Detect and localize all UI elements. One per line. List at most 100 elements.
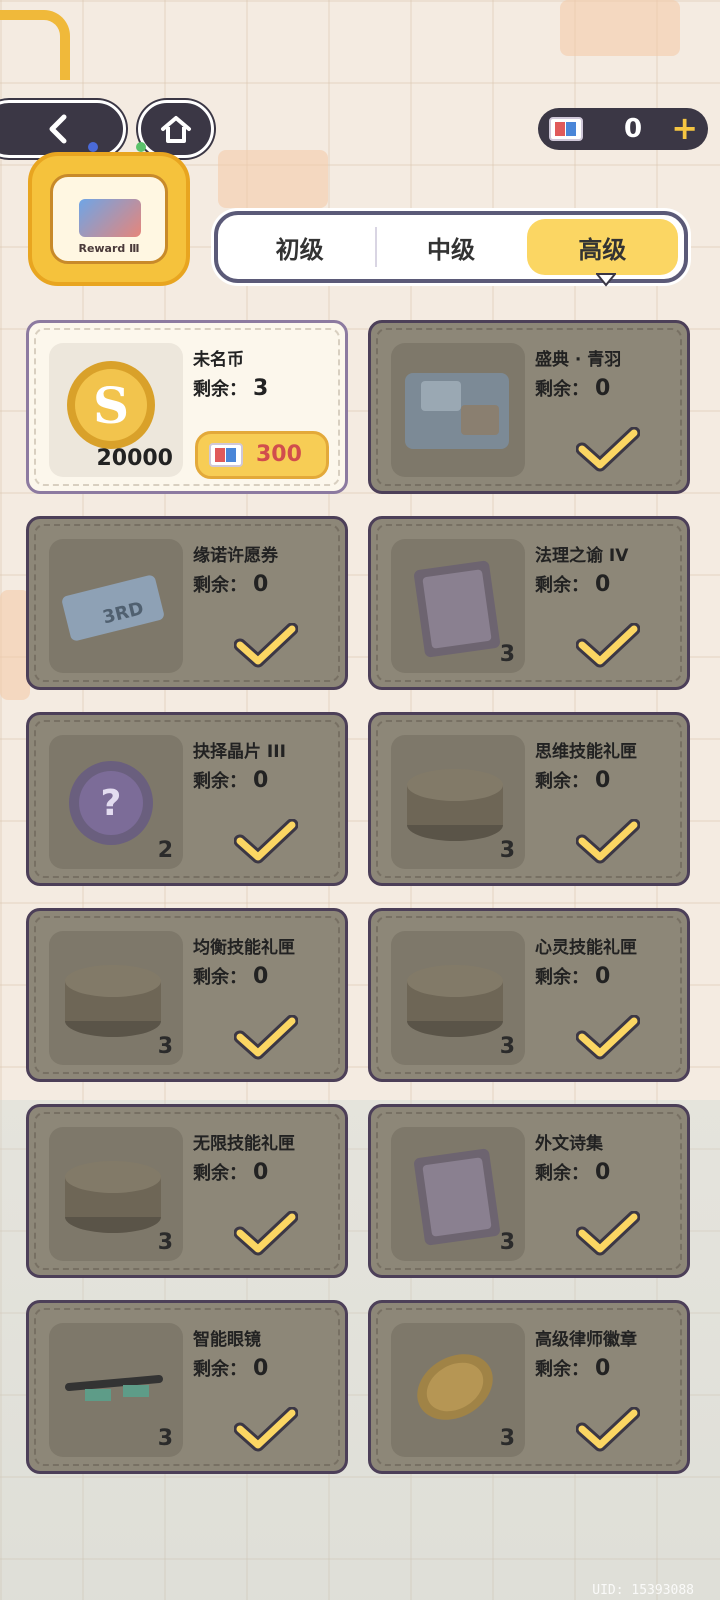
item-remaining: 剩余： 0 [535,1355,610,1381]
item-thumbnail: 3 [49,931,183,1065]
item-name: 高级律师徽章 [535,1330,637,1350]
remaining-value: 0 [253,572,269,597]
item-name: 智能眼镜 [193,1330,261,1350]
item-name: 心灵技能礼匣 [535,938,637,958]
check-icon [234,1015,298,1060]
item-thumbnail: 3 [391,735,525,869]
remaining-label: 剩余： [535,1359,589,1380]
emblem-label: Reward Ⅲ [78,242,140,255]
remaining-label: 剩余： [535,575,589,596]
svg-text:S: S [93,376,129,435]
item-name: 外文诗集 [535,1134,603,1154]
shop-item-card[interactable]: 3 高级律师徽章 剩余： 0 [368,1300,690,1474]
item-thumbnail: 3 [391,539,525,673]
remaining-label: 剩余： [535,379,589,400]
remaining-value: 0 [253,964,269,989]
shop-item-card[interactable]: 3RD 缘诺许愿券剩余： 0 [26,516,348,690]
home-button[interactable] [138,100,214,158]
check-icon [234,623,298,668]
item-name: 盛典 · 青羽 [535,350,622,370]
item-thumbnail: S 20000 [49,343,183,477]
home-icon [161,116,191,143]
remaining-value: 0 [595,768,611,793]
item-thumbnail: 3 [391,1127,525,1261]
remaining-value: 0 [253,1356,269,1381]
uid-text: UID: 15393088 [592,1583,694,1598]
check-icon [234,819,298,864]
item-remaining: 剩余： 0 [193,1159,268,1185]
shop-item-card[interactable]: 3 思维技能礼匣 剩余： 0 [368,712,690,886]
item-remaining: 剩余： 3 [193,375,268,401]
remaining-label: 剩余： [193,1163,247,1184]
shop-item-card[interactable]: 3 智能眼镜剩余： 0 [26,1300,348,1474]
item-thumbnail: 3 [391,931,525,1065]
gift-box-icon [405,373,509,449]
remaining-label: 剩余： [535,1163,589,1184]
item-name: 未名币 [193,350,244,370]
tab-intermediate[interactable]: 中级 [375,219,526,275]
tab-beginner[interactable]: 初级 [224,219,375,275]
price-value: 300 [256,442,302,467]
svg-text:?: ? [101,783,122,824]
shop-item-card[interactable]: 3 外文诗集 剩余： 0 [368,1104,690,1278]
shop-item-card[interactable]: ? 2 抉择晶片 III 剩余： 0 [26,712,348,886]
item-name: 思维技能礼匣 [535,742,637,762]
claw-arm-decoration [0,10,70,80]
shop-item-card[interactable]: 3 心灵技能礼匣剩余： 0 [368,908,690,1082]
check-icon [576,1211,640,1256]
check-icon [576,819,640,864]
check-icon [576,1015,640,1060]
item-name: 缘诺许愿券 [193,546,278,566]
item-remaining: 剩余： 0 [193,963,268,989]
remaining-value: 0 [595,1356,611,1381]
shop-item-card[interactable]: 3 无限技能礼匣 剩余： 0 [26,1104,348,1278]
remaining-label: 剩余： [535,771,589,792]
tab-advanced[interactable]: 高级 [526,219,678,275]
remaining-value: 0 [253,768,269,793]
item-thumbnail: 3RD [49,539,183,673]
item-thumbnail: 3 [49,1127,183,1261]
item-remaining: 剩余： 0 [535,375,610,401]
background-decoration [560,0,680,56]
check-icon [576,623,640,668]
reward-emblem: Reward Ⅲ [28,142,190,286]
remaining-label: 剩余： [193,967,247,988]
add-currency-button[interactable]: + [671,108,698,148]
item-quantity: 2 [157,838,173,863]
item-quantity: 3 [157,1230,173,1255]
remaining-label: 剩余： [193,379,247,400]
item-quantity: 3 [157,1426,173,1451]
item-quantity: 20000 [96,446,173,471]
item-quantity: 3 [499,1426,515,1451]
item-quantity: 3 [157,1034,173,1059]
shop-item-card[interactable]: 3 均衡技能礼匣 剩余： 0 [26,908,348,1082]
item-thumbnail: 3 [391,1323,525,1457]
item-remaining: 剩余： 0 [535,767,610,793]
purchase-button[interactable]: 300 [195,431,329,479]
check-icon [234,1407,298,1452]
shop-item-card[interactable]: S 20000 未名币剩余： 3 300 [26,320,348,494]
item-name: 抉择晶片 III [193,742,286,762]
remaining-label: 剩余： [193,575,247,596]
item-grid: S 20000 未名币 剩余： 3 300 盛典 · 青羽 剩余： 0 3RD 缘诺许愿券 剩余： 0 3… [26,320,690,1474]
tab-pointer-icon [596,273,616,287]
item-remaining: 剩余： 0 [193,767,268,793]
wish-ticket-icon: 3RD [62,575,164,641]
item-quantity: 3 [499,838,515,863]
ticket-icon [209,443,243,467]
item-quantity: 3 [499,1230,515,1255]
remaining-value: 0 [595,964,611,989]
back-arrow-icon [49,114,67,144]
currency-display: 0 + [538,108,708,150]
antenna-dot [88,142,98,152]
item-thumbnail: ? 2 [49,735,183,869]
back-button[interactable] [0,100,126,158]
remaining-label: 剩余： [193,1359,247,1380]
shop-item-card[interactable]: 3 法理之谕 IV 剩余： 0 [368,516,690,690]
item-thumbnail: 3 [49,1323,183,1457]
shop-item-card[interactable]: 盛典 · 青羽剩余： 0 [368,320,690,494]
item-remaining: 剩余： 0 [535,963,610,989]
remaining-label: 剩余： [193,771,247,792]
ticket-icon [549,117,583,141]
background-decoration [218,150,328,208]
